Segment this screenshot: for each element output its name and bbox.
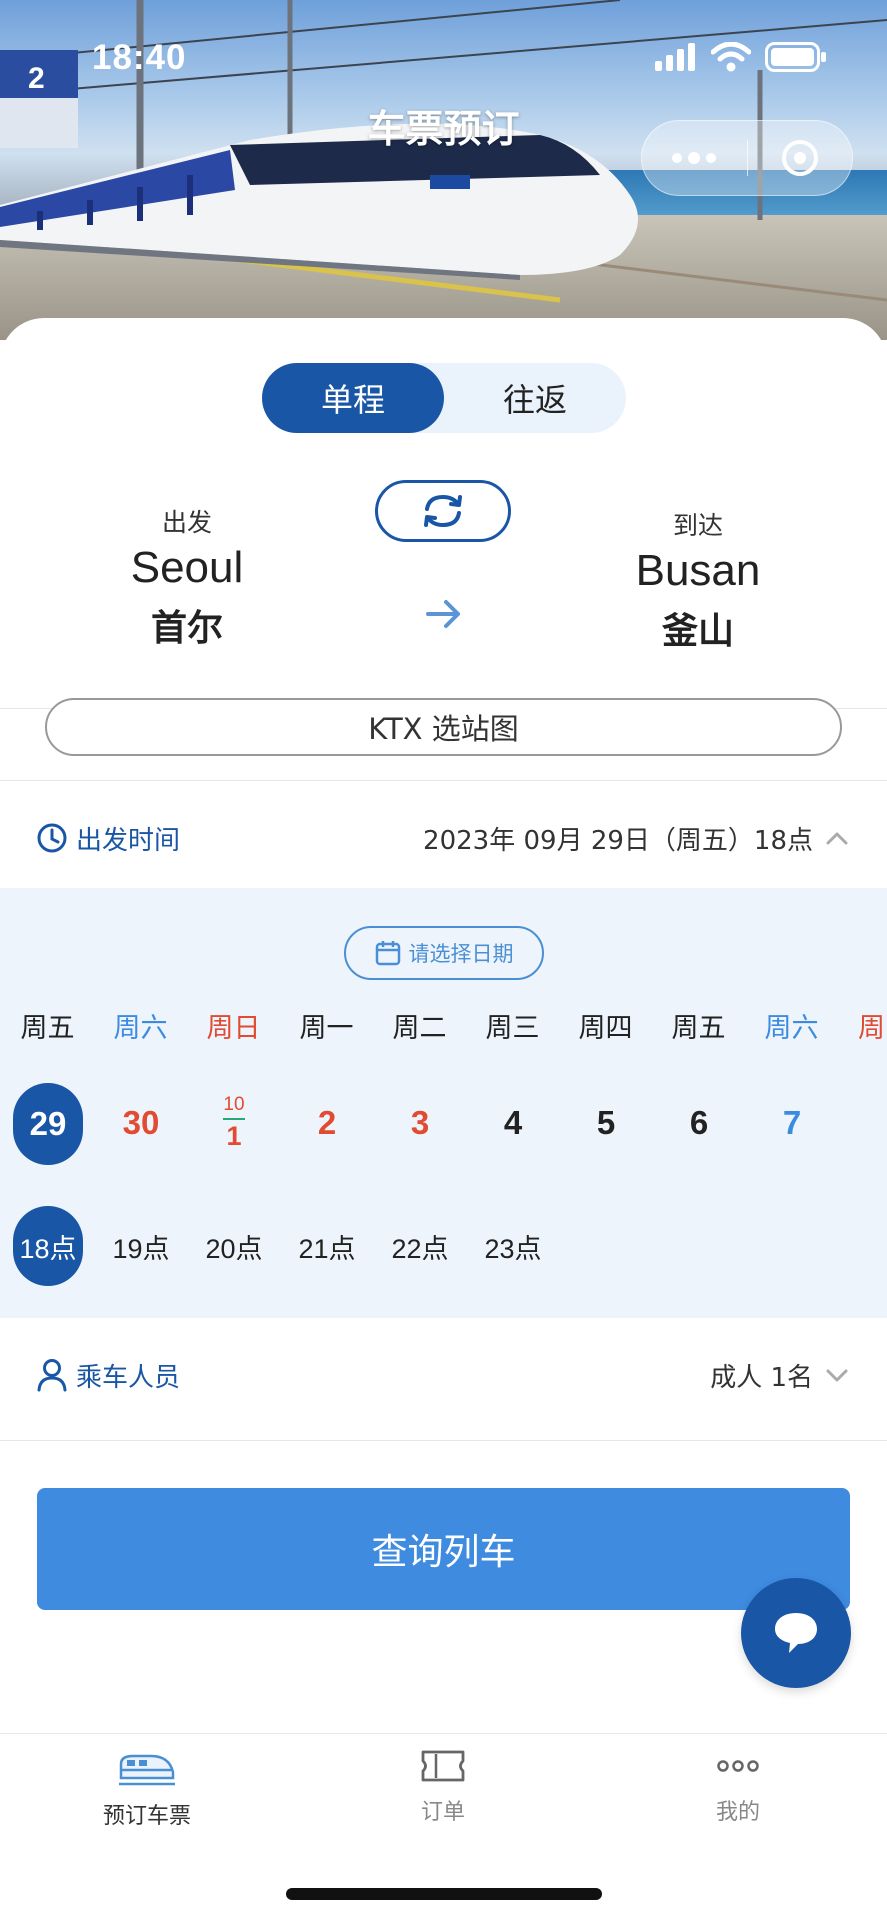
weekday-label: 周 [858, 1013, 885, 1044]
swap-icon [424, 494, 462, 528]
more-menu-button[interactable] [642, 121, 747, 195]
hour-cell-selected[interactable]: 18点 [13, 1206, 83, 1286]
svg-text:2: 2 [28, 62, 45, 95]
wifi-icon [711, 42, 751, 72]
tab-mine[interactable]: 我的 [638, 1748, 838, 1858]
passengers-row[interactable]: 乘车人员 成人 1名 [0, 1325, 887, 1425]
search-trains-button[interactable]: 查询列车 [37, 1488, 850, 1610]
weekday-label: 周三 [485, 1013, 540, 1044]
more-dots-icon [717, 1760, 759, 1772]
date-cell[interactable]: 4 [478, 1083, 548, 1163]
arrival-station[interactable]: 到达 Busan 釜山 [583, 506, 813, 654]
weekday-label: 周一 [299, 1013, 354, 1044]
ticket-icon [421, 1750, 465, 1782]
hour-cell[interactable]: 22点 [385, 1206, 455, 1286]
hour-cell[interactable]: 21点 [292, 1206, 362, 1286]
departure-time-label-group: 出发时间 [36, 820, 180, 857]
arrival-name-en: Busan [635, 546, 761, 595]
passengers-label-group: 乘车人员 [36, 1357, 180, 1394]
weekday-label: 周二 [392, 1013, 447, 1044]
date-cell-month-start[interactable]: 10 1 [199, 1083, 269, 1163]
date-cell[interactable]: 2 [292, 1083, 362, 1163]
date-picker-panel: 请选择日期 周五 周六 周日 周一 周二 周三 周四 周五 周六 周 29 30… [0, 888, 887, 1318]
calendar-icon [375, 941, 400, 966]
date-cell[interactable]: 3 [385, 1083, 455, 1163]
arrival-label: 到达 [672, 511, 723, 540]
home-indicator [286, 1888, 602, 1900]
chevron-up-icon [826, 832, 848, 845]
departure-time-row[interactable]: 出发时间 2023年 09月 29日（周五）18点 [0, 788, 887, 888]
departure-name-cn: 首尔 [150, 608, 223, 649]
chat-bubble-icon [775, 1613, 817, 1653]
chat-button[interactable] [741, 1578, 851, 1688]
date-row: 29 30 10 1 2 3 4 5 6 7 [0, 1083, 887, 1173]
weekday-label: 周四 [578, 1013, 633, 1044]
status-icons [655, 42, 827, 72]
swap-stations-button[interactable] [375, 480, 511, 542]
date-cell[interactable]: 6 [664, 1083, 734, 1163]
more-dots-icon [672, 152, 717, 164]
hour-cell[interactable]: 19点 [106, 1206, 176, 1286]
date-cell[interactable]: 7 [757, 1083, 827, 1163]
arrival-name-cn: 釜山 [661, 611, 734, 652]
target-icon [781, 140, 818, 176]
hour-cell[interactable]: 20点 [199, 1206, 269, 1286]
departure-time-label: 出发时间 [76, 825, 181, 856]
clock-icon [37, 823, 67, 853]
chevron-down-icon [826, 1369, 848, 1382]
hero-banner: 2 18:40 车票预订 [0, 0, 887, 340]
station-map-button[interactable]: KTX 选站图 [45, 698, 842, 756]
tab-label: 订单 [420, 1800, 465, 1825]
departure-time-value: 2023年 09月 29日（周五）18点 [423, 825, 813, 856]
divider [0, 780, 887, 781]
round-trip-option[interactable]: 往返 [444, 363, 626, 433]
signal-icon [655, 43, 695, 71]
tab-book-tickets[interactable]: 预订车票 [47, 1748, 247, 1858]
pick-date-button[interactable]: 请选择日期 [344, 926, 544, 980]
booking-card: 单程 往返 出发 Seoul 首尔 到达 Busan 釜山 KTX 选站图 出发… [0, 318, 887, 1738]
arrow-right-icon [426, 600, 460, 628]
date-cell[interactable]: 5 [571, 1083, 641, 1163]
passengers-value-group: 成人 1名 [710, 1357, 849, 1394]
battery-icon [765, 42, 826, 72]
date-cell-selected[interactable]: 29 [13, 1083, 83, 1165]
tab-label: 我的 [715, 1800, 760, 1825]
departure-station[interactable]: 出发 Seoul 首尔 [72, 503, 302, 651]
tab-label: 预订车票 [102, 1804, 191, 1829]
passengers-label: 乘车人员 [76, 1362, 181, 1393]
trip-type-toggle: 单程 往返 [262, 363, 626, 433]
weekday-label: 周六 [113, 1013, 168, 1044]
train-icon [119, 1754, 175, 1786]
hour-row: 18点 19点 20点 21点 22点 23点 [0, 1206, 887, 1292]
weekday-label: 周五 [671, 1013, 726, 1044]
divider [0, 1440, 887, 1441]
passengers-value: 成人 1名 [710, 1362, 813, 1393]
weekday-label: 周日 [206, 1013, 261, 1044]
one-way-option[interactable]: 单程 [262, 363, 444, 433]
tab-orders[interactable]: 订单 [343, 1748, 543, 1858]
close-miniprogram-button[interactable] [748, 121, 853, 195]
hour-cell[interactable]: 23点 [478, 1206, 548, 1286]
departure-label: 出发 [161, 508, 212, 537]
departure-time-value-group: 2023年 09月 29日（周五）18点 [423, 820, 849, 857]
date-value: 1 [226, 1121, 242, 1151]
departure-name-en: Seoul [130, 543, 244, 592]
miniprogram-capsule [641, 120, 853, 196]
person-icon [37, 1359, 67, 1392]
weekday-label: 周六 [764, 1013, 819, 1044]
pick-date-label: 请选择日期 [408, 942, 514, 966]
weekday-row: 周五 周六 周日 周一 周二 周三 周四 周五 周六 周 [0, 1006, 887, 1050]
date-cell[interactable]: 30 [106, 1083, 176, 1163]
month-marker: 10 [223, 1094, 245, 1120]
status-time: 18:40 [92, 38, 187, 77]
weekday-label: 周五 [20, 1013, 75, 1044]
